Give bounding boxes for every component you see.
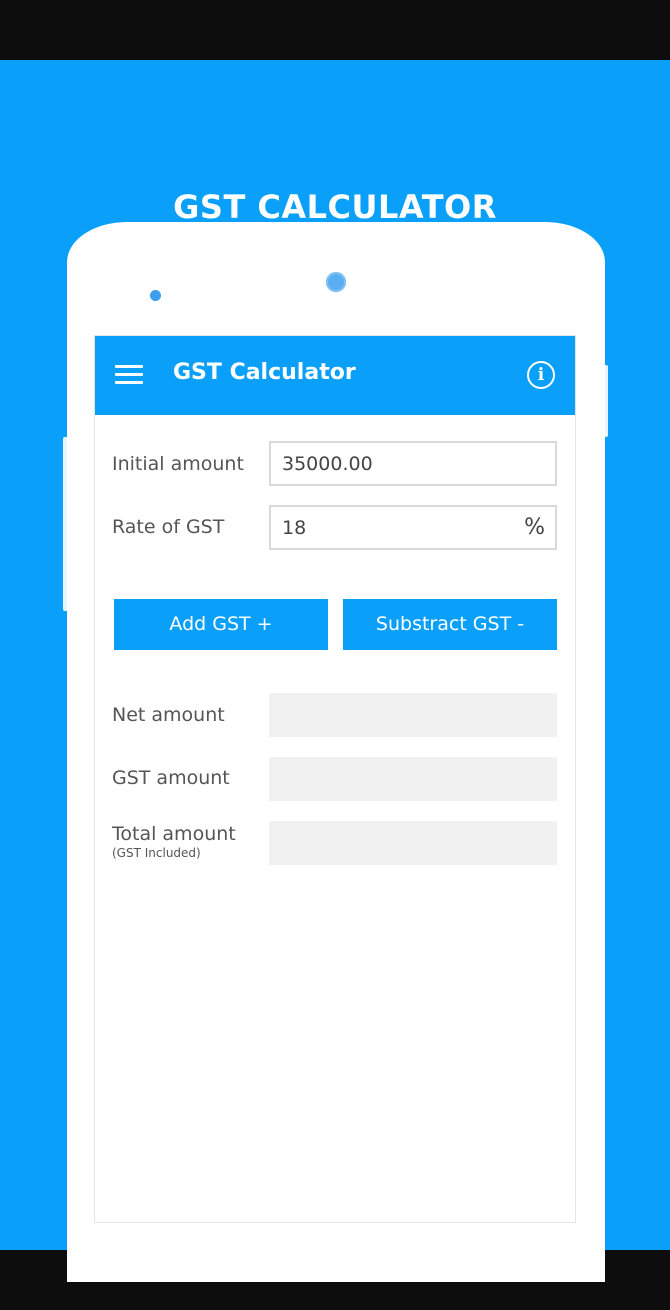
- app-screen: GST Calculator i Initial amount Rate of …: [94, 335, 576, 1223]
- percent-sign: %: [524, 515, 545, 540]
- initial-amount-label: Initial amount: [112, 453, 244, 475]
- total-amount-label: Total amount (GST Included): [112, 823, 236, 860]
- sensor-icon: [150, 290, 161, 301]
- total-amount-sublabel: (GST Included): [112, 846, 201, 860]
- promo-title: GST CALCULATOR: [173, 188, 497, 226]
- rate-of-gst-input[interactable]: [271, 507, 512, 548]
- total-amount-output: [269, 821, 557, 865]
- rate-of-gst-label: Rate of GST: [112, 516, 225, 538]
- app-title: GST Calculator: [173, 360, 356, 385]
- app-bar: GST Calculator i: [95, 336, 575, 415]
- subtract-gst-button[interactable]: Substract GST -: [343, 599, 557, 650]
- initial-amount-field[interactable]: [269, 441, 557, 486]
- gst-amount-label: GST amount: [112, 767, 230, 789]
- initial-amount-input[interactable]: [271, 443, 512, 484]
- add-gst-button[interactable]: Add GST +: [114, 599, 328, 650]
- total-amount-label-text: Total amount: [112, 823, 236, 845]
- camera-icon: [326, 272, 346, 292]
- info-icon[interactable]: i: [527, 361, 555, 389]
- net-amount-output: [269, 693, 557, 737]
- hamburger-menu-icon[interactable]: [115, 365, 143, 385]
- gst-amount-output: [269, 757, 557, 801]
- net-amount-label: Net amount: [112, 704, 225, 726]
- rate-of-gst-field[interactable]: %: [269, 505, 557, 550]
